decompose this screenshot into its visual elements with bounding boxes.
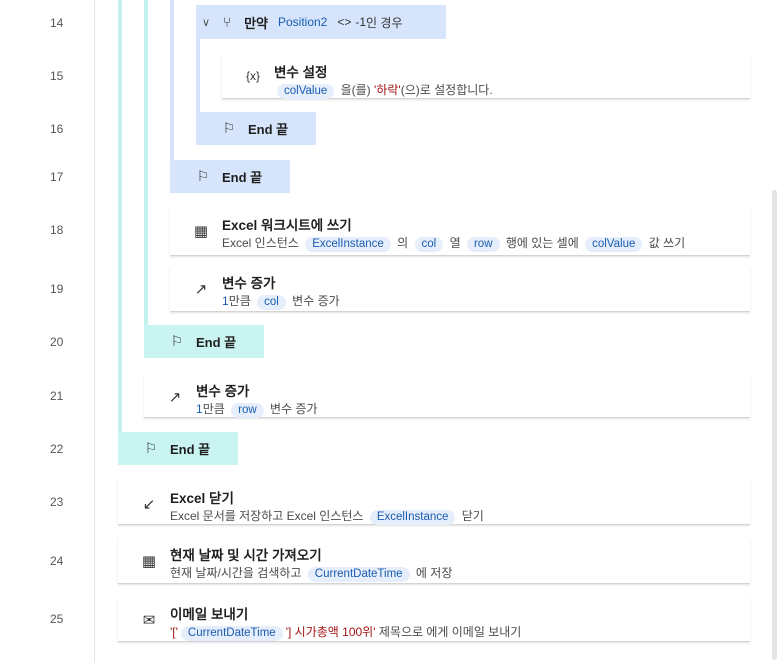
- action-title: 이메일 보내기: [170, 607, 249, 622]
- end-block[interactable]: ⚐ End 끝: [144, 325, 264, 358]
- nesting-rail: [196, 38, 200, 112]
- string-literal: '] 시가총액 100위': [285, 625, 376, 639]
- desc-text: 닫기: [461, 509, 484, 523]
- mail-icon: ✉: [142, 612, 156, 629]
- action-title: Excel 워크시트에 쓰기: [222, 218, 352, 233]
- desc-text: Excel 문서를 저장하고 Excel 인스턴스: [170, 509, 364, 523]
- desc-text: 의: [397, 236, 409, 250]
- action-description: 1만큼 row 변수 증가: [196, 400, 318, 418]
- action-title: 변수 설정: [274, 65, 328, 80]
- variable-chip: CurrentDateTime: [307, 567, 410, 582]
- action-description: colValue 을(를) '하락'(으)로 설정합니다.: [274, 81, 493, 99]
- if-keyword: 만약: [244, 15, 268, 31]
- table-write-icon: ▦: [193, 223, 209, 240]
- desc-text: 값 쓰기: [648, 236, 686, 250]
- variable-chip: CurrentDateTime: [180, 626, 283, 641]
- chevron-down-icon[interactable]: ∨: [202, 16, 210, 29]
- action-title: Excel 닫기: [170, 491, 234, 506]
- action-description: Excel 문서를 저장하고 Excel 인스턴스 ExcelInstance …: [170, 507, 484, 525]
- vertical-scrollbar[interactable]: [770, 0, 778, 662]
- nesting-rail: [118, 0, 122, 433]
- set-variable-action[interactable]: {x} 변수 설정 colValue 을(를) '하락'(으)로 설정합니다.: [222, 55, 750, 99]
- action-title: 변수 증가: [196, 384, 250, 399]
- line-number: 14: [50, 16, 64, 30]
- line-number: 15: [50, 69, 64, 83]
- variable-chip: col: [414, 237, 444, 252]
- arrow-close-icon: ↙: [142, 496, 156, 513]
- variable-chip: ExcelInstance: [305, 237, 391, 252]
- if-operator: <>: [337, 15, 352, 29]
- desc-text: 열: [449, 236, 461, 250]
- line-number-gutter: 14 15 16 17 18 19 20 21 22 23 24 25: [0, 0, 95, 662]
- end-label: End 끝: [248, 122, 289, 137]
- end-block[interactable]: ⚐ End 끝: [118, 432, 238, 465]
- end-block[interactable]: ⚐ End 끝: [170, 160, 290, 193]
- flag-icon: ⚐: [144, 440, 158, 456]
- string-literal: 하락: [376, 83, 399, 97]
- desc-text: 을(를): [340, 83, 371, 97]
- desc-text: 만큼: [228, 294, 251, 308]
- end-label: End 끝: [196, 335, 237, 350]
- line-number: 16: [50, 122, 64, 136]
- variable-chip: colValue: [585, 237, 643, 252]
- desc-text: 에 저장: [415, 566, 453, 580]
- line-number: 25: [50, 612, 64, 626]
- if-value: -1: [355, 15, 367, 29]
- send-email-action[interactable]: ✉ 이메일 보내기 '[' CurrentDateTime '] 시가총액 100위…: [118, 597, 750, 642]
- flag-icon: ⚐: [196, 168, 210, 184]
- line-number: 22: [50, 442, 64, 456]
- excel-write-action[interactable]: ▦ Excel 워크시트에 쓰기 Excel 인스턴스 ExcelInstanc…: [170, 208, 750, 256]
- desc-text: Excel 인스턴스: [222, 236, 299, 250]
- flag-icon: ⚐: [222, 120, 236, 136]
- desc-text: (으)로 설정합니다.: [400, 83, 493, 97]
- string-literal: '[': [170, 625, 178, 639]
- end-label: End 끝: [222, 170, 263, 185]
- line-number: 18: [50, 223, 64, 237]
- nesting-rail: [170, 0, 174, 160]
- action-title: 현재 날짜 및 시간 가져오기: [170, 548, 322, 563]
- action-description: Excel 인스턴스 ExcelInstance 의 col 열 row 행에 …: [222, 234, 685, 252]
- variable-chip: ExcelInstance: [369, 510, 456, 525]
- variable-chip: colValue: [277, 84, 335, 99]
- line-number: 24: [50, 554, 64, 568]
- action-title: 변수 증가: [222, 276, 276, 291]
- nesting-rail: [144, 0, 148, 326]
- desc-text: 행에 있는 셀에: [505, 236, 579, 250]
- action-description: '[' CurrentDateTime '] 시가총액 100위' 제목으로 에게 …: [170, 623, 521, 641]
- if-variable: Position2: [277, 15, 328, 29]
- number-literal: 1: [196, 402, 203, 416]
- end-block[interactable]: ⚐ End 끝: [196, 112, 316, 145]
- variable-chip: col: [257, 295, 286, 310]
- if-condition-block[interactable]: ∨ ⑂ 만약 Position2 <> -1 인 경우: [196, 5, 446, 39]
- line-number: 17: [50, 170, 64, 184]
- trend-up-icon: ↗: [194, 281, 208, 298]
- if-suffix: 인 경우: [366, 15, 403, 30]
- desc-text: 현재 날짜/시간을 검색하고: [170, 566, 302, 580]
- increase-variable-action[interactable]: ↗ 변수 증가 1만큼 col 변수 증가: [170, 266, 750, 312]
- scrollbar-thumb[interactable]: [772, 190, 777, 660]
- increase-variable-action[interactable]: ↗ 변수 증가 1만큼 row 변수 증가: [144, 374, 750, 418]
- trend-up-icon: ↗: [168, 389, 182, 406]
- get-datetime-action[interactable]: ▦ 현재 날짜 및 시간 가져오기 현재 날짜/시간을 검색하고 Current…: [118, 538, 750, 584]
- number-literal: 1: [222, 294, 229, 308]
- end-label: End 끝: [170, 442, 211, 457]
- action-description: 현재 날짜/시간을 검색하고 CurrentDateTime 에 저장: [170, 564, 452, 582]
- variable-chip: row: [466, 237, 500, 252]
- calendar-icon: ▦: [141, 553, 157, 570]
- excel-close-action[interactable]: ↙ Excel 닫기 Excel 문서를 저장하고 Excel 인스턴스 Exc…: [118, 481, 750, 525]
- branch-icon: ⑂: [222, 14, 232, 30]
- action-description: 1만큼 col 변수 증가: [222, 292, 340, 310]
- variable-icon: {x}: [245, 69, 260, 83]
- desc-text: 변수 증가: [292, 294, 340, 308]
- desc-text: 변수 증가: [270, 402, 318, 416]
- line-number: 23: [50, 495, 64, 509]
- desc-text: 만큼: [202, 402, 225, 416]
- line-number: 21: [50, 389, 64, 403]
- line-number: 19: [50, 282, 64, 296]
- desc-text: 제목으로 에게 이메일 보내기: [378, 625, 522, 639]
- flag-icon: ⚐: [170, 333, 184, 349]
- variable-chip: row: [231, 403, 264, 418]
- line-number: 20: [50, 335, 64, 349]
